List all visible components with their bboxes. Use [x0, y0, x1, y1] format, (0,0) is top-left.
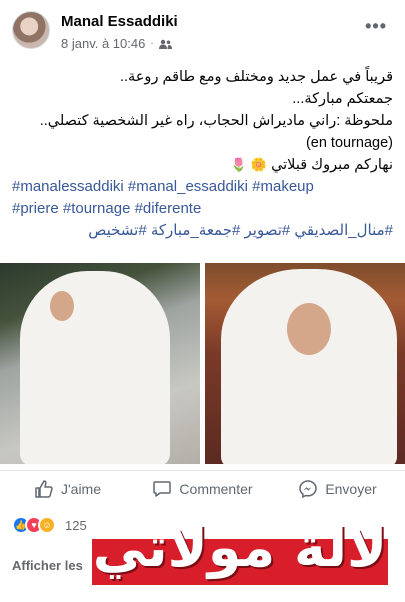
post-line-5-container: نهاركم مبروك قبلاتي 🌼 🌷 [12, 154, 393, 176]
post-line-3: ملحوظة :راني ماديراش الحجاب، راه غير الش… [39, 113, 393, 129]
friends-icon [158, 39, 172, 49]
figure-shape [20, 271, 170, 464]
photo-left[interactable] [0, 263, 200, 464]
post-actions: J'aime Commenter Envoyer [0, 470, 405, 506]
comment-label: Commenter [179, 480, 253, 497]
post-meta: 8 janv. à 10:46 · [61, 36, 172, 51]
post-line-4: (en tournage) [305, 135, 393, 151]
post-date[interactable]: 8 janv. à 10:46 [61, 36, 145, 51]
thumbs-up-icon [35, 479, 53, 498]
post-line-2: جمعتكم مباركة... [292, 91, 393, 107]
like-label: J'aime [60, 480, 102, 497]
separator-dot: · [150, 38, 154, 49]
watermark-logo: لالة مولاتي [92, 505, 389, 600]
comment-button[interactable]: Commenter [135, 479, 270, 499]
sunflower-icon: 🌼 [250, 157, 268, 172]
share-label: Envoyer [325, 480, 377, 497]
haha-reaction-icon: ☺ [38, 516, 56, 534]
messenger-icon [299, 479, 318, 498]
hashtags-line-1[interactable]: #manalessaddiki #manal_essaddiki #makeup [12, 176, 393, 198]
comment-icon [153, 480, 172, 497]
view-comments-link[interactable]: Afficher les [12, 558, 83, 573]
reaction-icons: 👍 ♥ ☺ [12, 516, 56, 534]
photo-right[interactable] [205, 263, 405, 464]
more-options-button[interactable]: ••• [365, 16, 387, 37]
post-text: قريباً في عمل جديد ومختلف ومع طاقم روعة.… [12, 66, 393, 242]
hashtags-line-2[interactable]: #priere #tournage #diferente [12, 198, 393, 220]
face-shape [287, 303, 331, 355]
post-line-5: نهاركم مبروك قبلاتي [271, 157, 393, 173]
post-header: Manal Essaddiki 8 janv. à 10:46 · ••• [0, 0, 405, 64]
watermark-text: لالة مولاتي [92, 516, 389, 579]
reaction-count: 125 [65, 517, 87, 533]
share-button[interactable]: Envoyer [270, 479, 405, 499]
author-name[interactable]: Manal Essaddiki [61, 13, 178, 30]
avatar[interactable] [12, 11, 50, 49]
reactions-summary[interactable]: 👍 ♥ ☺ 125 [12, 516, 87, 534]
face-shape [50, 291, 74, 321]
figure-shape [221, 269, 397, 464]
hashtags-line-3[interactable]: #منال_الصديقي #تصوير #جمعة_مباركة #تشخيص [12, 220, 393, 242]
tulip-icon: 🌷 [230, 157, 247, 172]
post-photos[interactable] [0, 263, 405, 464]
like-button[interactable]: J'aime [0, 479, 135, 499]
post-line-1: قريباً في عمل جديد ومختلف ومع طاقم روعة.… [119, 69, 393, 85]
